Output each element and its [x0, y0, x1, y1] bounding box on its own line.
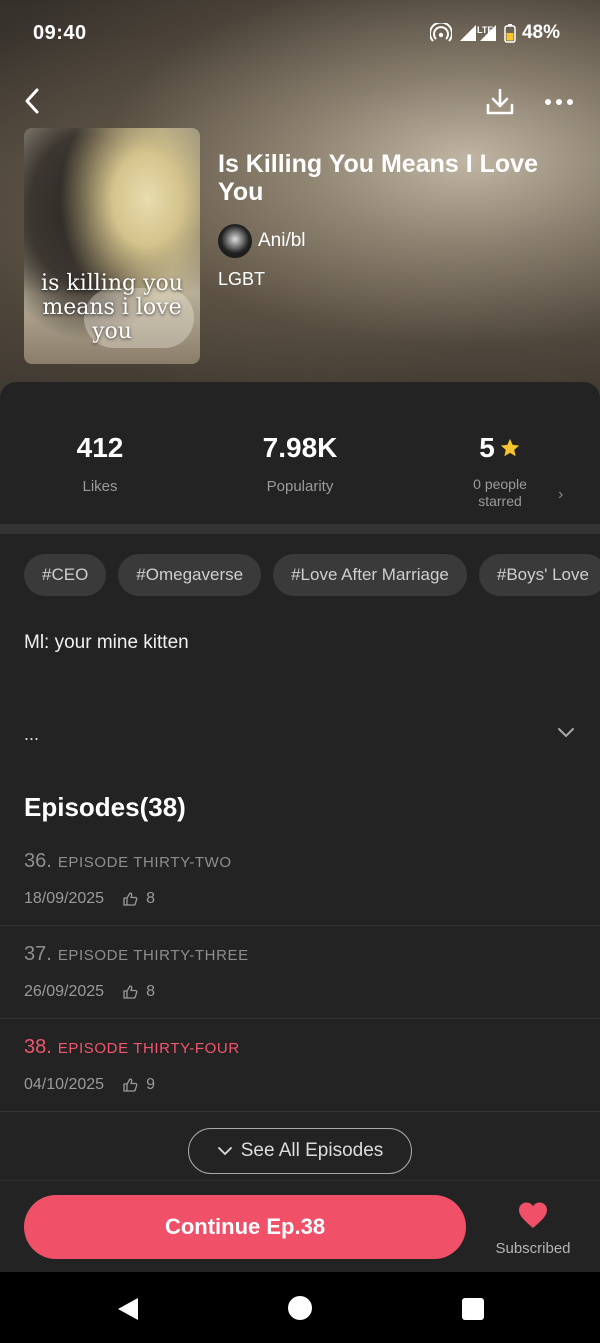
nav-home-icon[interactable]	[288, 1296, 312, 1320]
see-all-label: See All Episodes	[240, 1140, 384, 1161]
episode-likes: 9	[146, 1076, 155, 1093]
see-all-episodes-button[interactable]: See All Episodes	[188, 1128, 412, 1174]
chevron-down-icon	[217, 1147, 232, 1156]
episode-title: EPISODE THIRTY-TWO	[57, 854, 232, 871]
subscribe-label: Subscribed	[495, 1240, 571, 1257]
thumbs-up-icon	[123, 892, 138, 906]
thumbs-up-icon	[123, 1078, 138, 1092]
popularity-value: 7.98K	[262, 432, 338, 463]
battery-level: 48%	[521, 22, 560, 43]
episode-row[interactable]: 36. EPISODE THIRTY-TWO 18/09/2025 8	[0, 834, 600, 926]
cover-title-text: is killing you means i love you	[41, 271, 183, 344]
chevron-right-icon[interactable]: ›	[558, 486, 563, 504]
episode-row[interactable]: 37. EPISODE THIRTY-THREE 26/09/2025 8	[0, 927, 600, 1019]
continue-button[interactable]: Continue Ep.38	[24, 1195, 466, 1259]
episode-number: 37.	[24, 943, 52, 965]
tag-chip[interactable]: #Omegaverse	[118, 554, 262, 596]
description-ellipsis: ...	[24, 724, 40, 744]
episode-row-current[interactable]: 38. EPISODE THIRTY-FOUR 04/10/2025 9	[0, 1020, 600, 1112]
cover-image: is killing you means i love you	[24, 128, 200, 364]
tag-list: #CEO #Omegaverse #Love After Marriage #B…	[24, 554, 600, 596]
comic-title: Is Killing You Means I Love You	[218, 150, 538, 206]
author-name: Ani/bl	[258, 230, 306, 251]
likes-value: 412	[76, 432, 124, 463]
status-time: 09:40	[33, 22, 87, 44]
episode-likes: 8	[146, 890, 155, 907]
stats-row: 412 Likes 7.98K Popularity 5 0 people st…	[0, 382, 600, 524]
description-text: Ml: your mine kitten	[24, 632, 189, 653]
thumbs-up-icon	[123, 985, 138, 999]
battery-icon	[504, 24, 516, 43]
section-divider	[0, 524, 600, 534]
episodes-heading: Episodes(38)	[24, 792, 186, 822]
episode-number: 36.	[24, 850, 52, 872]
genre-label: LGBT	[218, 269, 266, 289]
author[interactable]: Ani/bl	[218, 224, 306, 258]
back-arrow-icon[interactable]	[18, 86, 48, 116]
episode-number: 38.	[24, 1036, 52, 1058]
popularity-label: Popularity	[266, 478, 334, 495]
star-icon	[500, 438, 519, 457]
tag-chip[interactable]: #Boys' Love	[478, 554, 600, 596]
stat-rating[interactable]: 5 0 people starred	[400, 432, 600, 510]
download-icon[interactable]	[484, 86, 516, 118]
episode-date: 04/10/2025	[24, 1076, 105, 1093]
status-bar: 09:40 LTE 48%	[0, 0, 600, 70]
stat-popularity: 7.98K Popularity	[200, 432, 400, 495]
system-nav-bar	[0, 1272, 600, 1343]
tag-chip[interactable]: #CEO	[24, 554, 107, 596]
rating-count: 0 people starred	[473, 476, 527, 509]
episode-date: 18/09/2025	[24, 890, 105, 907]
details-sheet: 412 Likes 7.98K Popularity 5 0 people st…	[0, 382, 600, 1272]
chevron-down-icon[interactable]	[556, 726, 576, 740]
more-icon[interactable]	[540, 86, 578, 118]
episode-title: EPISODE THIRTY-THREE	[57, 947, 249, 964]
nav-back-icon[interactable]	[116, 1296, 140, 1322]
episode-title: EPISODE THIRTY-FOUR	[57, 1040, 240, 1057]
subscribe-button[interactable]: Subscribed	[492, 1201, 574, 1257]
tag-chip[interactable]: #Love After Marriage	[273, 554, 467, 596]
episode-date: 26/09/2025	[24, 983, 105, 1000]
episode-likes: 8	[146, 983, 155, 1000]
status-icons: LTE 48%	[429, 22, 560, 44]
signal-icon: LTE	[459, 25, 496, 41]
nav-recents-icon[interactable]	[462, 1298, 484, 1320]
likes-label: Likes	[82, 478, 118, 495]
rating-value: 5	[479, 432, 495, 463]
heart-icon	[519, 1202, 547, 1228]
bottom-action-bar: Continue Ep.38 Subscribed	[0, 1180, 600, 1272]
hotspot-icon	[429, 23, 452, 42]
stat-likes: 412 Likes	[0, 432, 200, 495]
avatar	[218, 224, 252, 258]
